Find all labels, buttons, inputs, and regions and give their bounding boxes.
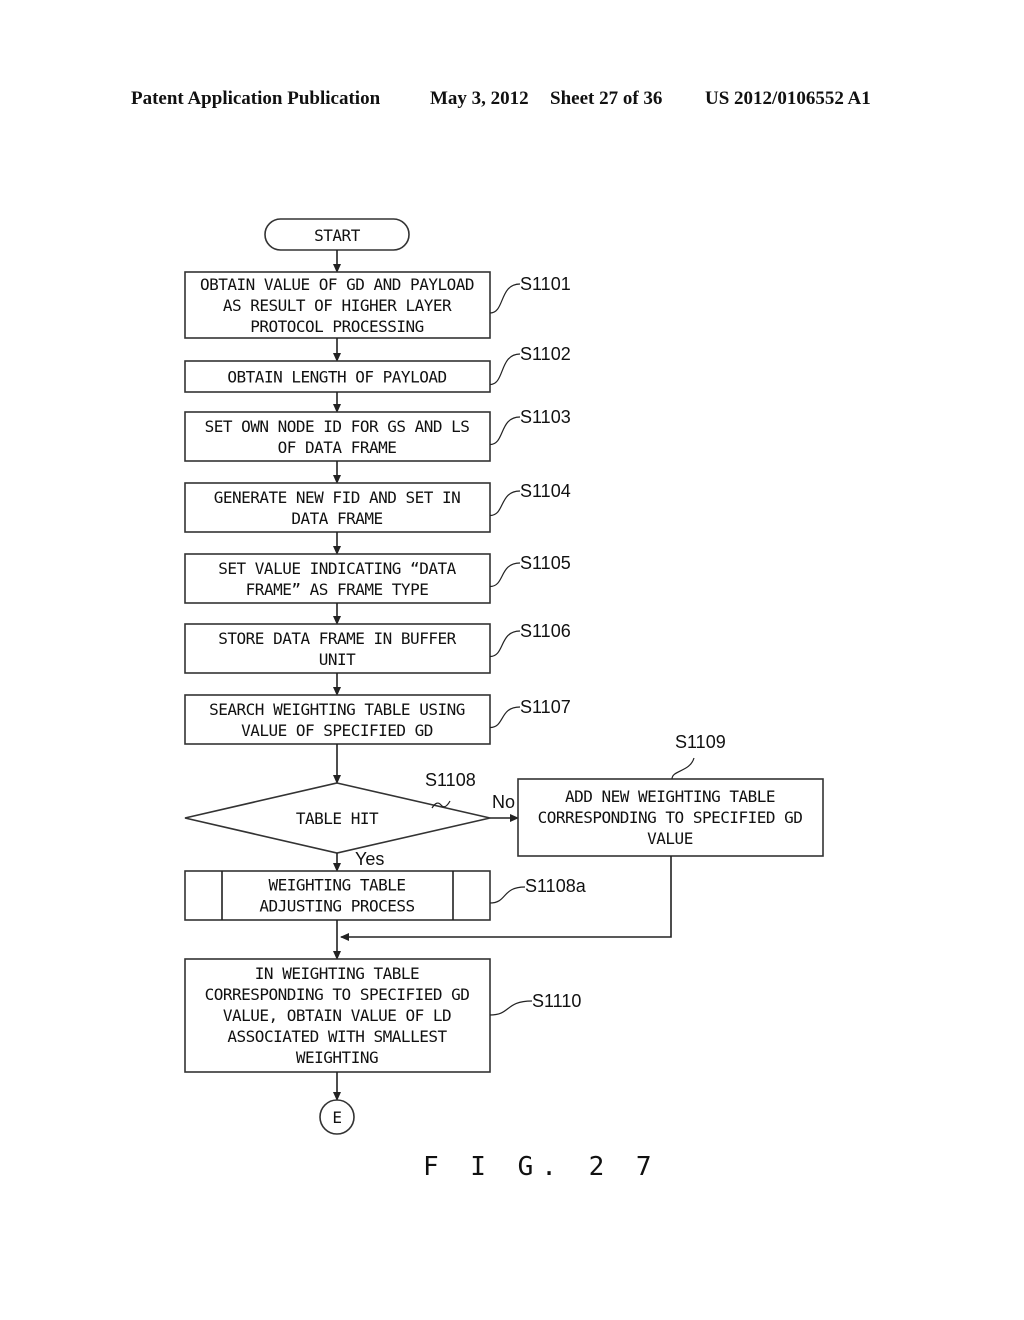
step-label-s1109: S1109 [675,732,726,752]
leader-line [489,283,521,314]
leader-line [489,490,521,517]
process-text-s1109-line: CORRESPONDING TO SPECIFIED GD [538,808,803,827]
decision-text: TABLE HIT [296,809,379,828]
subprocess-text-line: ADJUSTING PROCESS [259,897,414,916]
process-text-s1107-line: VALUE OF SPECIFIED GD [241,721,433,740]
figure-label: F I G. 2 7 [423,1152,660,1182]
leader-line [489,353,521,386]
step-label-s1110: S1110 [532,991,581,1011]
process-text-s1104-line: DATA FRAME [291,509,382,528]
step-label-s1102: S1102 [520,344,571,364]
process-text-s1110-line: IN WEIGHTING TABLE [255,964,419,983]
step-label-s1108a: S1108a [525,876,587,896]
process-text-s1106-line: STORE DATA FRAME IN BUFFER [218,629,456,648]
process-text-s1101-line: PROTOCOL PROCESSING [250,317,424,336]
process-text-s1103-line: SET OWN NODE ID FOR GS AND LS [205,417,470,436]
leader-line [489,886,526,904]
subprocess-text-line: WEIGHTING TABLE [269,876,406,895]
process-text-s1101-line: OBTAIN VALUE OF GD AND PAYLOAD [200,275,474,294]
step-label-s1103: S1103 [520,407,571,427]
step-label-s1101: S1101 [520,274,571,294]
process-text-s1105-line: SET VALUE INDICATING “DATA [218,559,456,578]
step-label-s1108: S1108 [425,770,476,790]
no-label: No [492,792,515,812]
yes-label: Yes [355,849,384,869]
process-text-s1110-line: VALUE, OBTAIN VALUE OF LD [223,1006,451,1025]
leader-line [489,1000,533,1016]
process-text-s1104-line: GENERATE NEW FID AND SET IN [214,488,461,507]
process-text-s1103-line: OF DATA FRAME [278,438,397,457]
leader-line [489,630,521,658]
process-text-s1109-line: VALUE [647,829,693,848]
start-label: START [314,226,361,245]
flowchart: START OBTAIN VALUE OF GD AND PAYLOAD AS RE… [184,218,824,1182]
connector-label: E [332,1108,341,1127]
process-text-s1110-line: WEIGHTING [296,1048,378,1067]
leader-line [671,757,695,780]
process-text-s1105-line: FRAME” AS FRAME TYPE [246,580,429,599]
step-label-s1106: S1106 [520,621,571,641]
process-text-s1102-line: OBTAIN LENGTH OF PAYLOAD [227,368,446,387]
process-text-s1107-line: SEARCH WEIGHTING TABLE USING [209,700,465,719]
step-label-s1104: S1104 [520,481,571,501]
step-label-s1105: S1105 [520,553,571,573]
step-label-s1107: S1107 [520,697,571,717]
process-text-s1106-line: UNIT [319,650,356,669]
leader-line [489,562,521,588]
leader-line [489,706,521,729]
process-text-s1101-line: AS RESULT OF HIGHER LAYER [223,296,452,315]
process-text-s1110-line: CORRESPONDING TO SPECIFIED GD [205,985,470,1004]
process-text-s1109-line: ADD NEW WEIGHTING TABLE [565,787,775,806]
process-text-s1110-line: ASSOCIATED WITH SMALLEST [227,1027,447,1046]
leader-line [489,416,521,446]
